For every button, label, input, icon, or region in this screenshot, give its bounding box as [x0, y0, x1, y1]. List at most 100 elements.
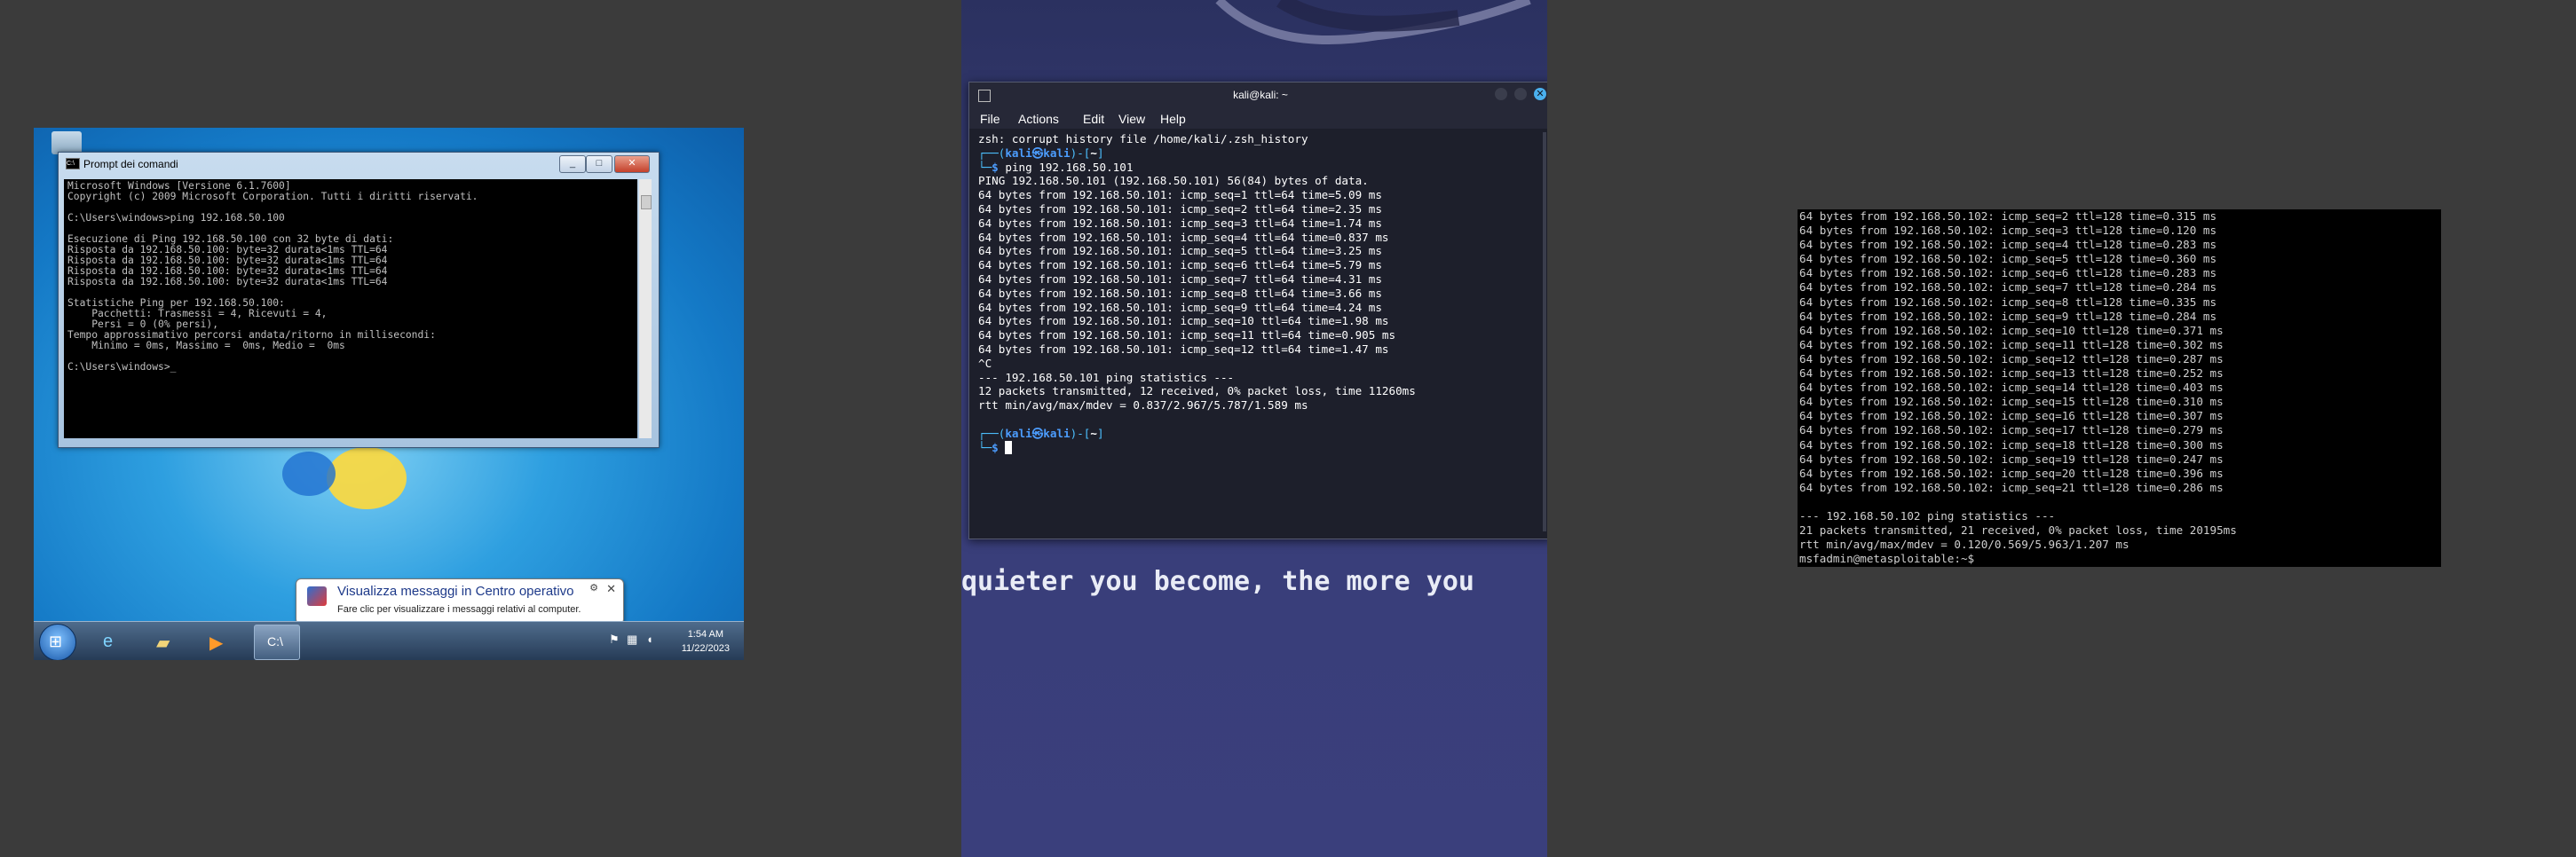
- terminal-line: 64 bytes from 192.168.50.101: icmp_seq=1…: [978, 342, 1389, 356]
- folder-icon: ▰: [156, 633, 170, 653]
- kali-vm-screen[interactable]: KALI LINUX kali@kali: ~ ✕ File Actions E…: [961, 0, 1547, 857]
- console-output-line: 64 bytes from 192.168.50.102: icmp_seq=7…: [1799, 280, 2217, 295]
- console-output-line: 64 bytes from 192.168.50.102: icmp_seq=1…: [1799, 423, 2224, 437]
- taskbar: ⊞ e ▰ ▶ C:\ ⚑ ▦ ◖ 1:54 AM 11/22/2023: [34, 621, 744, 660]
- balloon-title: Visualizza messaggi in Centro operativo: [337, 584, 574, 599]
- kali-terminal-window[interactable]: kali@kali: ~ ✕ File Actions Edit View He…: [968, 82, 1547, 539]
- console-output-line: 64 bytes from 192.168.50.102: icmp_seq=8…: [1799, 295, 2217, 309]
- metasploitable-console-output[interactable]: 64 bytes from 192.168.50.102: icmp_seq=2…: [1799, 209, 2438, 564]
- taskbar-ie-button[interactable]: e: [91, 625, 135, 658]
- console-output-line: 64 bytes from 192.168.50.102: icmp_seq=1…: [1799, 395, 2224, 409]
- kali-terminal-scrollbar[interactable]: [1543, 132, 1546, 531]
- menu-actions[interactable]: Actions: [1018, 112, 1059, 126]
- maximize-button[interactable]: □: [586, 155, 612, 173]
- prompt-command-line: └─$: [978, 440, 1537, 455]
- volume-tray-icon[interactable]: ◖: [646, 633, 653, 646]
- cmd-output-line: Copyright (c) 2009 Microsoft Corporation…: [67, 191, 478, 202]
- start-button[interactable]: ⊞: [39, 624, 76, 660]
- cmd-output-line: C:\Users\windows>_: [67, 361, 177, 373]
- kali-terminal-titlebar[interactable]: kali@kali: ~ ✕: [969, 83, 1547, 107]
- action-center-flag-icon: [307, 586, 327, 606]
- windows-logo-icon: ⊞: [49, 633, 63, 650]
- terminal-line: 64 bytes from 192.168.50.101: icmp_seq=8…: [978, 286, 1382, 300]
- cmd-output[interactable]: Microsoft Windows [Versione 6.1.7600] Cop…: [64, 179, 637, 438]
- taskbar-media-player-button[interactable]: ▶: [197, 625, 241, 658]
- balloon-options-icon[interactable]: ⚙: [589, 582, 598, 594]
- kali-wallpaper-quote: quieter you become, the more you: [961, 566, 1474, 597]
- terminal-line: PING 192.168.50.101 (192.168.50.101) 56(…: [978, 174, 1369, 188]
- system-clock[interactable]: 1:54 AM 11/22/2023: [682, 627, 730, 656]
- internet-explorer-icon: e: [103, 632, 114, 651]
- wallpaper-logo-yellow: [327, 447, 407, 509]
- kali-minimize-button[interactable]: [1495, 88, 1507, 100]
- console-output-line: rtt min/avg/max/mdev = 0.120/0.569/5.963…: [1799, 538, 2130, 552]
- terminal-line: 64 bytes from 192.168.50.101: icmp_seq=6…: [978, 258, 1382, 272]
- console-output-line: msfadmin@metasploitable:~$: [1799, 552, 1975, 564]
- balloon-close-icon[interactable]: ✕: [606, 582, 616, 596]
- terminal-line: 64 bytes from 192.168.50.101: icmp_seq=3…: [978, 216, 1382, 230]
- clock-time: 1:54 AM: [687, 629, 724, 640]
- terminal-line: 64 bytes from 192.168.50.101: icmp_seq=4…: [978, 230, 1389, 244]
- taskbar-cmd-button[interactable]: C:\: [254, 625, 300, 660]
- action-center-tray-icon[interactable]: ⚑: [609, 633, 620, 647]
- wallpaper-logo-blue: [282, 452, 336, 496]
- cmd-window-title: Prompt dei comandi: [83, 158, 178, 170]
- balloon-text: Fare clic per visualizzare i messaggi re…: [337, 604, 581, 615]
- menu-file[interactable]: File: [980, 112, 1000, 126]
- cmd-scrollbar[interactable]: [639, 179, 652, 438]
- kali-menubar: File Actions Edit View Help: [969, 107, 1547, 129]
- console-output-line: 64 bytes from 192.168.50.102: icmp_seq=1…: [1799, 337, 2224, 351]
- terminal-line: 64 bytes from 192.168.50.101: icmp_seq=7…: [978, 271, 1382, 286]
- cmd-app-icon: C:\: [66, 158, 80, 169]
- cmd-output-line: C:\Users\windows>ping 192.168.50.100: [67, 212, 285, 224]
- console-output-line: 21 packets transmitted, 21 received, 0% …: [1799, 523, 2237, 538]
- action-center-balloon[interactable]: Visualizza messaggi in Centro operativo …: [296, 578, 624, 625]
- console-output-line: 64 bytes from 192.168.50.102: icmp_seq=2…: [1799, 480, 2224, 494]
- metasploitable-vm-console[interactable]: 64 bytes from 192.168.50.102: icmp_seq=2…: [1798, 209, 2441, 567]
- terminal-line: zsh: corrupt history file /home/kali/.zs…: [978, 132, 1308, 145]
- media-player-icon: ▶: [209, 633, 224, 653]
- menu-help[interactable]: Help: [1160, 112, 1186, 126]
- typed-command: ping 192.168.50.101: [1005, 160, 1134, 174]
- terminal-line: --- 192.168.50.101 ping statistics ---: [978, 370, 1235, 384]
- kali-maximize-button[interactable]: [1514, 88, 1527, 100]
- terminal-line: 64 bytes from 192.168.50.101: icmp_seq=2…: [978, 201, 1382, 216]
- kali-wallpaper-dragon: [1215, 0, 1531, 44]
- console-output-line: 64 bytes from 192.168.50.102: icmp_seq=2…: [1799, 209, 2217, 223]
- terminal-line: 64 bytes from 192.168.50.101: icmp_seq=1…: [978, 188, 1382, 202]
- console-output-line: 64 bytes from 192.168.50.102: icmp_seq=1…: [1799, 437, 2224, 452]
- menu-view[interactable]: View: [1118, 112, 1145, 126]
- network-tray-icon[interactable]: ▦: [627, 633, 637, 647]
- prompt-header: ┌──(kali㉿kali)-[~]: [978, 145, 1104, 160]
- terminal-cursor: [1005, 440, 1012, 454]
- terminal-line: ^C: [978, 356, 992, 370]
- close-button[interactable]: ✕: [614, 155, 650, 173]
- console-output-line: 64 bytes from 192.168.50.102: icmp_seq=1…: [1799, 381, 2224, 395]
- console-output-line: 64 bytes from 192.168.50.102: icmp_seq=5…: [1799, 252, 2217, 266]
- clock-date: 11/22/2023: [681, 643, 730, 654]
- console-output-line: 64 bytes from 192.168.50.102: icmp_seq=4…: [1799, 238, 2217, 252]
- terminal-line: 64 bytes from 192.168.50.101: icmp_seq=9…: [978, 300, 1382, 314]
- console-output-line: 64 bytes from 192.168.50.102: icmp_seq=1…: [1799, 351, 2224, 366]
- terminal-line: 12 packets transmitted, 12 received, 0% …: [978, 384, 1416, 398]
- minimize-button[interactable]: _: [559, 155, 586, 173]
- kali-terminal-output[interactable]: zsh: corrupt history file /home/kali/.zs…: [978, 132, 1537, 531]
- console-output-line: 64 bytes from 192.168.50.102: icmp_seq=6…: [1799, 266, 2217, 280]
- console-output-line: 64 bytes from 192.168.50.102: icmp_seq=9…: [1799, 309, 2217, 323]
- cmd-window[interactable]: C:\ Prompt dei comandi _ □ ✕ Microsoft W…: [58, 152, 660, 448]
- taskbar-explorer-button[interactable]: ▰: [144, 625, 188, 658]
- console-output-line: 64 bytes from 192.168.50.102: icmp_seq=3…: [1799, 224, 2217, 238]
- terminal-line: 64 bytes from 192.168.50.101: icmp_seq=1…: [978, 314, 1389, 328]
- cmd-output-line: Risposta da 192.168.50.100: byte=32 dura…: [67, 276, 388, 287]
- windows7-vm-screen[interactable]: C:\ Prompt dei comandi _ □ ✕ Microsoft W…: [34, 128, 744, 660]
- console-output-line: 64 bytes from 192.168.50.102: icmp_seq=1…: [1799, 366, 2224, 381]
- menu-edit[interactable]: Edit: [1083, 112, 1104, 126]
- prompt-command-line: └─$ ping 192.168.50.101: [978, 160, 1134, 174]
- cmd-titlebar[interactable]: C:\ Prompt dei comandi _ □ ✕: [59, 153, 659, 174]
- kali-close-button[interactable]: ✕: [1534, 88, 1546, 100]
- console-output-line: 64 bytes from 192.168.50.102: icmp_seq=1…: [1799, 452, 2224, 466]
- terminal-line: rtt min/avg/max/mdev = 0.837/2.967/5.787…: [978, 398, 1308, 413]
- cmd-scrollbar-thumb[interactable]: [641, 195, 652, 209]
